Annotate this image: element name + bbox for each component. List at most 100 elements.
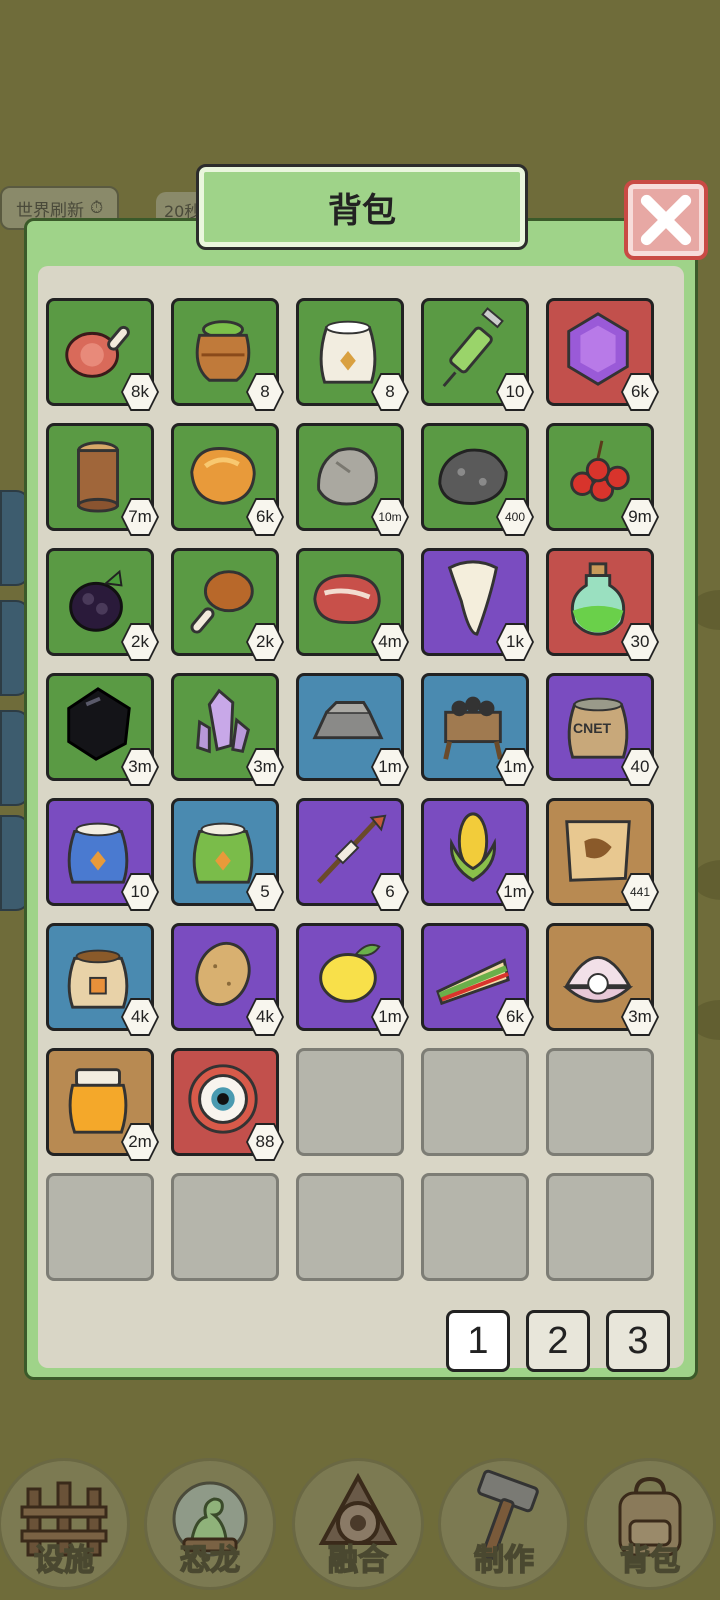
dino-tooth-icon <box>432 559 514 639</box>
item-count: 4k <box>123 1000 157 1034</box>
inventory-slot-dark-ore[interactable]: 400 <box>421 423 534 536</box>
item-count: 400 <box>498 500 532 534</box>
stopwatch-icon: ⏱ <box>90 198 104 218</box>
inventory-slot-crystal-cluster[interactable]: 3m <box>171 673 284 786</box>
inventory-slot-lemon[interactable]: 1m <box>296 923 409 1036</box>
seed-pouch-icon <box>57 934 139 1014</box>
inventory-slot-treasure-map[interactable]: 441 <box>546 798 659 911</box>
arrow-syringe-icon <box>307 809 389 889</box>
inventory-slot-honey-jar[interactable]: 2m <box>46 1048 159 1161</box>
iron-ingot-icon <box>307 684 389 764</box>
page-2-button[interactable]: 2 <box>526 1310 590 1372</box>
close-button[interactable] <box>624 180 708 260</box>
item-count: 1m <box>498 875 532 909</box>
nav-fusion-label: 融合 <box>327 1542 389 1579</box>
wood-log-icon <box>57 434 139 514</box>
lemon-icon <box>307 934 389 1014</box>
item-count: 3m <box>248 750 282 784</box>
clay-pot-icon <box>182 309 264 389</box>
item-label: CNET <box>573 720 612 736</box>
item-count: 2m <box>123 1125 157 1159</box>
inventory-slot-empty[interactable] <box>296 1173 404 1281</box>
item-count: 2k <box>248 625 282 659</box>
inventory-slot-eyeball[interactable]: 88 <box>171 1048 284 1161</box>
inventory-slot-purple-gem[interactable]: 6k <box>546 298 659 411</box>
obsidian-icon <box>57 684 139 764</box>
item-count: 10m <box>373 500 407 534</box>
inventory-slot-coal-cart[interactable]: 1m <box>421 673 534 786</box>
item-count: 1k <box>498 625 532 659</box>
inventory-slot-drumstick[interactable]: 2k <box>171 548 284 661</box>
item-count: 10 <box>498 375 532 409</box>
item-count: 2k <box>123 625 157 659</box>
item-count: 3m <box>123 750 157 784</box>
item-count: 6 <box>373 875 407 909</box>
dark-ore-icon <box>432 434 514 514</box>
inventory-slot-amber-stone[interactable]: 6k <box>171 423 284 536</box>
inventory-slot-blue-seed-bag[interactable]: 10 <box>46 798 159 911</box>
item-count: 4m <box>373 625 407 659</box>
nav-facilities[interactable]: 设施 <box>0 1458 130 1590</box>
inventory-slot-green-seed-bag[interactable]: 5 <box>171 798 284 911</box>
item-count: 40 <box>623 750 657 784</box>
nav-facilities-label: 设施 <box>33 1542 95 1579</box>
item-count: 6k <box>623 375 657 409</box>
inventory-slot-red-berries[interactable]: 9m <box>546 423 659 536</box>
blackberry-icon <box>57 559 139 639</box>
potato-icon <box>182 934 264 1014</box>
blue-seed-bag-icon <box>57 809 139 889</box>
item-count: 6k <box>248 500 282 534</box>
nav-crafting[interactable]: 制作 <box>438 1458 570 1590</box>
inventory-slot-empty[interactable] <box>171 1173 279 1281</box>
nav-crafting-label: 制作 <box>473 1542 535 1579</box>
inventory-slot-meat-ham[interactable]: 8k <box>46 298 159 411</box>
inventory-slot-dino-tooth[interactable]: 1k <box>421 548 534 661</box>
inventory-slot-cnet-sack[interactable]: CNET 40 <box>546 673 659 786</box>
flour-sack-icon <box>307 309 389 389</box>
item-count: 4k <box>248 1000 282 1034</box>
inventory-slot-iron-ingot[interactable]: 1m <box>296 673 409 786</box>
inventory-slot-green-potion[interactable]: 30 <box>546 548 659 661</box>
inventory-slot-sandwich[interactable]: 6k <box>421 923 534 1036</box>
nav-dinosaur[interactable]: 恐龙 <box>144 1458 276 1590</box>
item-count: 30 <box>623 625 657 659</box>
inventory-slot-pearl-shell[interactable]: 3m <box>546 923 659 1036</box>
inventory-slot-empty[interactable] <box>546 1048 654 1156</box>
inventory-slot-potato[interactable]: 4k <box>171 923 284 1036</box>
inventory-slot-empty[interactable] <box>296 1048 404 1156</box>
inventory-slot-corn[interactable]: 1m <box>421 798 534 911</box>
purple-gem-icon <box>557 309 639 389</box>
inventory-slot-arrow-syringe[interactable]: 6 <box>296 798 409 911</box>
inventory-slot-empty[interactable] <box>46 1173 154 1281</box>
eyeball-icon <box>182 1059 264 1139</box>
item-count: 1m <box>498 750 532 784</box>
nav-backpack[interactable]: 背包 <box>584 1458 716 1590</box>
nav-backpack-label: 背包 <box>619 1542 681 1579</box>
item-count: 1m <box>373 750 407 784</box>
green-syringe-icon <box>432 307 514 389</box>
inventory-slot-grey-rock[interactable]: 10m <box>296 423 409 536</box>
inventory-slot-clay-pot[interactable]: 8 <box>171 298 284 411</box>
inventory-slot-steak[interactable]: 4m <box>296 548 409 661</box>
inventory-slot-wood-log[interactable]: 7m <box>46 423 159 536</box>
coal-cart-icon <box>432 684 514 764</box>
nav-fusion[interactable]: 融合 <box>292 1458 424 1590</box>
inventory-slot-green-syringe[interactable]: 10 <box>421 298 534 411</box>
inventory-slot-empty[interactable] <box>421 1048 529 1156</box>
inventory-slot-flour-sack[interactable]: 8 <box>296 298 409 411</box>
page-3-button[interactable]: 3 <box>606 1310 670 1372</box>
inventory-slot-blackberry[interactable]: 2k <box>46 548 159 661</box>
inventory-grid: 8k 8 8 10 6k 7m 6k 10m 400 9m 2k 2k 4m 1k 30 3m 3m 1m 1m CN… <box>46 298 659 1281</box>
inventory-slot-empty[interactable] <box>546 1173 654 1281</box>
pearl-shell-icon <box>557 934 639 1014</box>
inventory-slot-seed-pouch[interactable]: 4k <box>46 923 159 1036</box>
inventory-slot-obsidian[interactable]: 3m <box>46 673 159 786</box>
item-count: 9m <box>623 500 657 534</box>
page-1-button[interactable]: 1 <box>446 1310 510 1372</box>
drumstick-icon <box>182 559 264 639</box>
inventory-slot-empty[interactable] <box>421 1173 529 1281</box>
green-potion-icon <box>557 559 639 639</box>
item-count: 3m <box>623 1000 657 1034</box>
bottom-nav: 设施 恐龙 融合 制作 背包 <box>0 1430 720 1600</box>
item-count: 1m <box>373 1000 407 1034</box>
